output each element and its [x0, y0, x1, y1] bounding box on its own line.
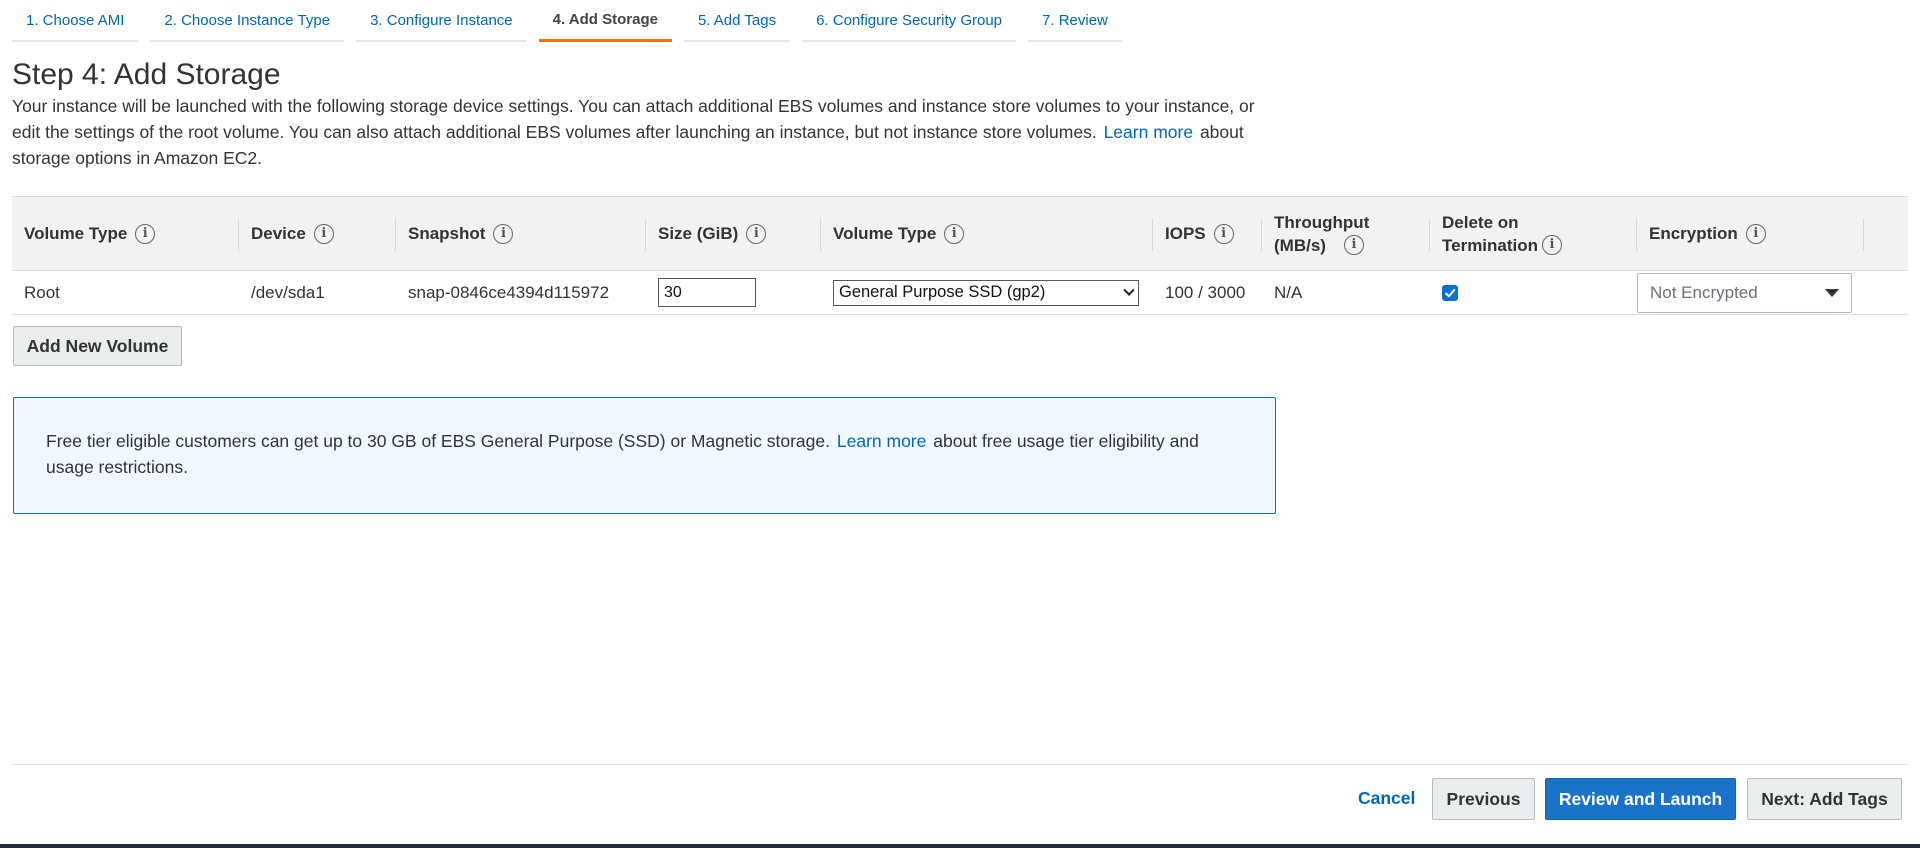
- next-add-tags-button[interactable]: Next: Add Tags: [1747, 778, 1902, 820]
- tab-review[interactable]: 7. Review: [1028, 0, 1122, 42]
- column-header-delete-on-termination: Delete on Termination i: [1430, 197, 1637, 270]
- encryption-select[interactable]: Not Encrypted: [1637, 272, 1852, 313]
- caret-down-icon: [1825, 288, 1839, 297]
- table-header: Volume Type i Device i Snapshot i Size (…: [12, 196, 1908, 271]
- cell-throughput: N/A: [1274, 282, 1303, 302]
- info-icon[interactable]: i: [1213, 223, 1234, 244]
- learn-more-free-tier-link[interactable]: Learn more: [837, 431, 927, 451]
- info-text: Free tier eligible customers can get up …: [46, 431, 830, 451]
- cell-spacer: [1864, 271, 1908, 314]
- cell-size: [646, 271, 821, 314]
- cell-volume-type: Root: [24, 282, 60, 302]
- cell-delete-on-termination: [1430, 271, 1637, 314]
- column-label: Volume Type: [833, 224, 937, 243]
- tab-choose-ami[interactable]: 1. Choose AMI: [12, 0, 139, 42]
- info-icon[interactable]: i: [1344, 234, 1364, 255]
- info-icon[interactable]: i: [135, 223, 156, 244]
- column-header-encryption: Encryption i: [1637, 197, 1864, 270]
- info-icon[interactable]: i: [1542, 234, 1562, 255]
- column-header-snapshot: Snapshot i: [396, 197, 646, 270]
- info-icon[interactable]: i: [944, 223, 965, 244]
- learn-more-storage-link[interactable]: Learn more: [1104, 122, 1194, 142]
- table-row: Root /dev/sda1 snap-0846ce4394d115972 Ge…: [12, 271, 1908, 315]
- bottom-bar: [0, 844, 1920, 848]
- encryption-value: Not Encrypted: [1650, 282, 1758, 302]
- previous-button[interactable]: Previous: [1432, 778, 1535, 820]
- intro-text: Your instance will be launched with the …: [12, 96, 1255, 142]
- wizard-tabs: 1. Choose AMI 2. Choose Instance Type 3.…: [12, 0, 1134, 42]
- column-header-device: Device i: [239, 197, 396, 270]
- footer-divider: [12, 764, 1908, 765]
- tab-configure-instance[interactable]: 3. Configure Instance: [356, 0, 527, 42]
- cancel-button[interactable]: Cancel: [1358, 788, 1415, 809]
- cell-iops: 100 / 3000: [1165, 282, 1246, 302]
- delete-on-termination-checkbox[interactable]: [1442, 284, 1458, 301]
- column-header-volume-type: Volume Type i: [12, 197, 239, 270]
- add-new-volume-button[interactable]: Add New Volume: [13, 326, 182, 366]
- column-label: Size (GiB): [658, 224, 739, 243]
- page-title: Step 4: Add Storage: [12, 58, 281, 91]
- column-label: Volume Type: [24, 224, 128, 243]
- cell-device: /dev/sda1: [251, 282, 325, 302]
- info-icon[interactable]: i: [493, 223, 514, 244]
- free-tier-info-box: Free tier eligible customers can get up …: [13, 397, 1276, 514]
- checkmark-icon: [1445, 288, 1456, 297]
- tab-choose-instance-type[interactable]: 2. Choose Instance Type: [150, 0, 345, 42]
- column-header-throughput: Throughput (MB/s) i: [1262, 197, 1430, 270]
- column-label: Snapshot: [408, 224, 486, 243]
- column-header-iops: IOPS i: [1153, 197, 1262, 270]
- info-icon[interactable]: i: [746, 223, 767, 244]
- cell-ebs-volume-type: General Purpose SSD (gp2): [821, 271, 1153, 314]
- column-label: Encryption: [1649, 224, 1738, 243]
- chevron-down-icon: [1123, 284, 1135, 296]
- column-header-spacer: [1864, 197, 1908, 270]
- volume-type-value: General Purpose SSD (gp2): [839, 283, 1046, 301]
- size-input[interactable]: [658, 278, 756, 307]
- review-and-launch-button[interactable]: Review and Launch: [1545, 778, 1736, 820]
- column-header-size: Size (GiB) i: [646, 197, 821, 270]
- storage-table: Volume Type i Device i Snapshot i Size (…: [12, 196, 1908, 315]
- column-label: IOPS: [1165, 224, 1206, 243]
- column-header-ebs-volume-type: Volume Type i: [821, 197, 1153, 270]
- intro-paragraph: Your instance will be launched with the …: [12, 93, 1282, 171]
- cell-snapshot: snap-0846ce4394d115972: [408, 282, 610, 302]
- ec2-launch-wizard: 1. Choose AMI 2. Choose Instance Type 3.…: [0, 0, 1920, 848]
- tab-add-tags[interactable]: 5. Add Tags: [683, 0, 791, 42]
- column-label: Device: [251, 224, 306, 243]
- volume-type-select[interactable]: General Purpose SSD (gp2): [833, 279, 1139, 306]
- info-icon[interactable]: i: [313, 223, 334, 244]
- cell-encryption: Not Encrypted: [1637, 271, 1864, 314]
- tab-add-storage[interactable]: 4. Add Storage: [538, 0, 672, 42]
- info-icon[interactable]: i: [1745, 223, 1766, 244]
- tab-configure-security-group[interactable]: 6. Configure Security Group: [802, 0, 1017, 42]
